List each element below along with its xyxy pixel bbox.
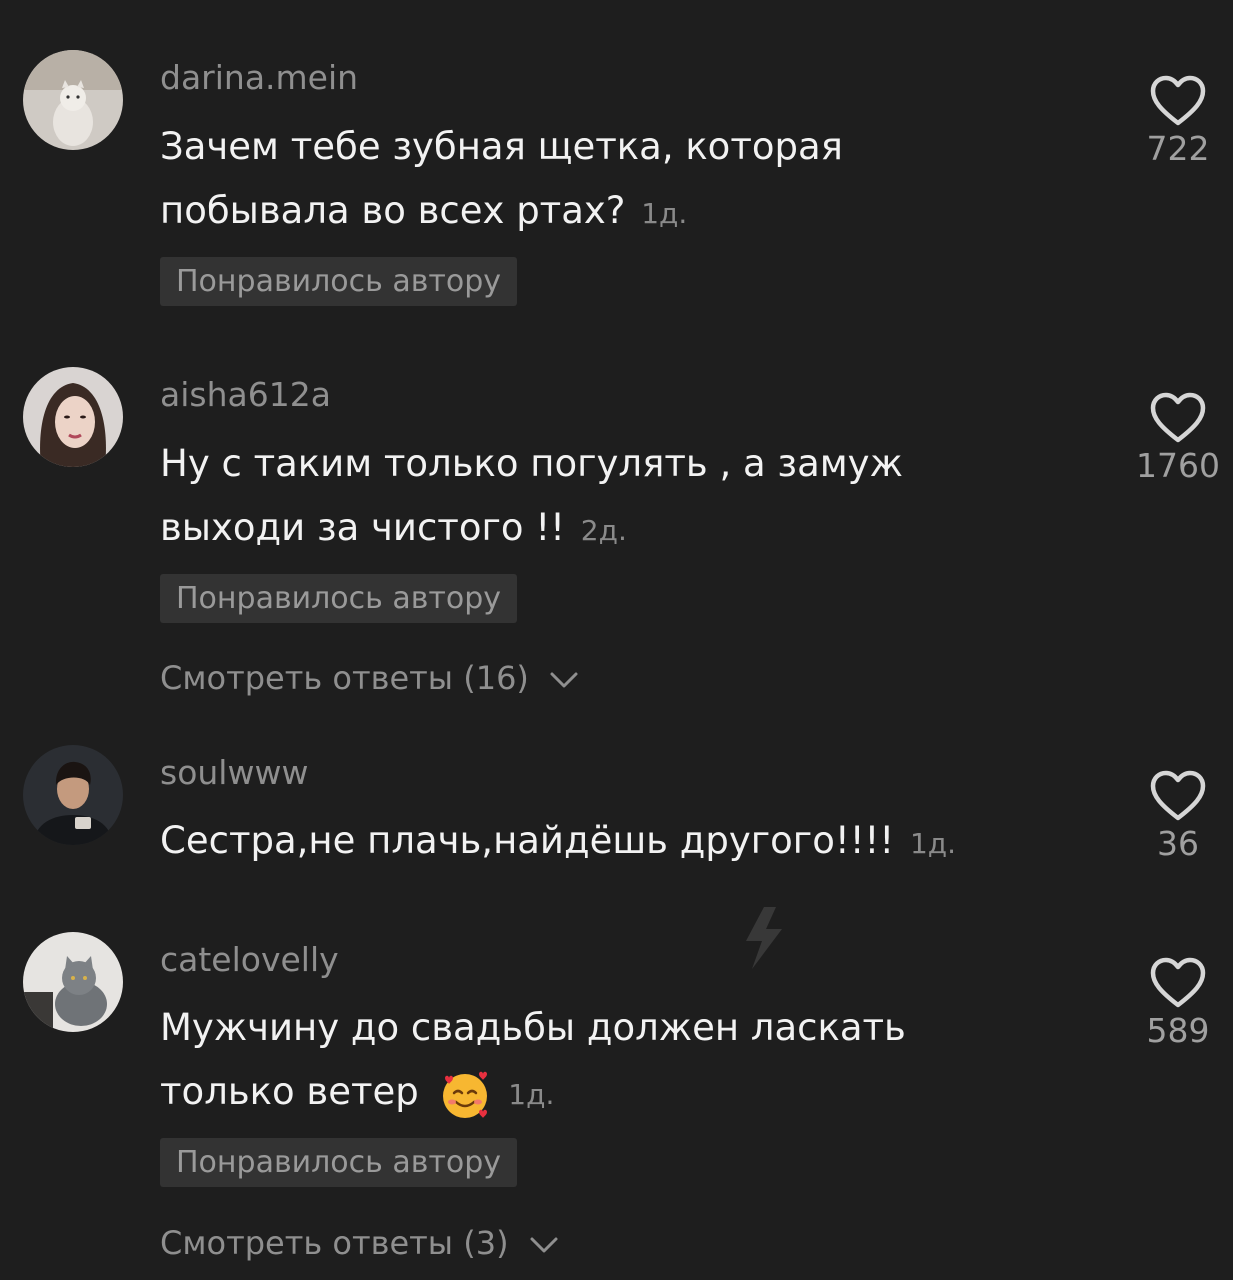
view-replies-label: Смотреть ответы (16)	[160, 659, 529, 697]
grey-cat-avatar-icon	[23, 932, 123, 1032]
liked-by-author-badge: Понравилось автору	[160, 1138, 518, 1187]
avatar[interactable]	[23, 745, 123, 845]
chevron-down-icon	[550, 672, 578, 688]
like-button[interactable]: 589	[1123, 957, 1233, 1050]
heart-icon	[1150, 392, 1206, 443]
heart-icon	[1150, 770, 1206, 821]
like-button[interactable]: 1760	[1123, 392, 1233, 485]
like-count: 1760	[1136, 446, 1220, 485]
like-count: 722	[1146, 129, 1210, 168]
comment-body: Сестра,не плачь,найдёшь другого!!!!	[160, 819, 895, 862]
avatar[interactable]	[23, 367, 123, 467]
comments-page: darina.mein Зачем тебе зубная щетка, кот…	[0, 0, 1233, 1280]
heart-icon	[1150, 957, 1206, 1008]
liked-by-author-badge: Понравилось автору	[160, 574, 518, 623]
username[interactable]: darina.mein	[160, 58, 358, 97]
man-avatar-icon	[23, 745, 123, 845]
username[interactable]: aisha612a	[160, 375, 331, 414]
timestamp: 1д.	[641, 197, 688, 230]
like-count: 589	[1146, 1011, 1210, 1050]
avatar[interactable]	[23, 932, 123, 1032]
comment-text: Сестра,не плачь,найдёшь другого!!!! 1д.	[160, 809, 1040, 876]
avatar[interactable]	[23, 50, 123, 150]
view-replies-label: Смотреть ответы (3)	[160, 1224, 509, 1262]
comment-text: Мужчину до свадьбы должен ласкать только…	[160, 996, 1040, 1127]
heart-icon	[1150, 75, 1206, 126]
liked-by-author-badge: Понравилось автору	[160, 257, 518, 306]
view-replies-button[interactable]: Смотреть ответы (3)	[160, 1224, 559, 1262]
timestamp: 1д.	[508, 1078, 555, 1111]
like-count: 36	[1157, 824, 1199, 863]
lightning-watermark-icon	[746, 907, 782, 969]
like-button[interactable]: 36	[1123, 770, 1233, 863]
comment-text: Ну с таким только погулять , а замуж вых…	[160, 432, 1040, 563]
comment-body: Ну с таким только погулять , а замуж вых…	[160, 442, 903, 549]
view-replies-button[interactable]: Смотреть ответы (16)	[160, 659, 579, 697]
comment-body: Зачем тебе зубная щетка, которая побывал…	[160, 125, 843, 232]
timestamp: 2д.	[580, 514, 627, 547]
like-button[interactable]: 722	[1123, 75, 1233, 168]
comment-text: Зачем тебе зубная щетка, которая побывал…	[160, 115, 1040, 246]
username[interactable]: soulwww	[160, 753, 308, 792]
smiling-face-with-hearts-icon	[442, 1071, 487, 1118]
chevron-down-icon	[530, 1237, 558, 1253]
timestamp: 1д.	[909, 827, 957, 860]
username[interactable]: catelovelly	[160, 940, 339, 979]
woman-avatar-icon	[23, 367, 123, 467]
cat-avatar-icon	[23, 50, 123, 150]
